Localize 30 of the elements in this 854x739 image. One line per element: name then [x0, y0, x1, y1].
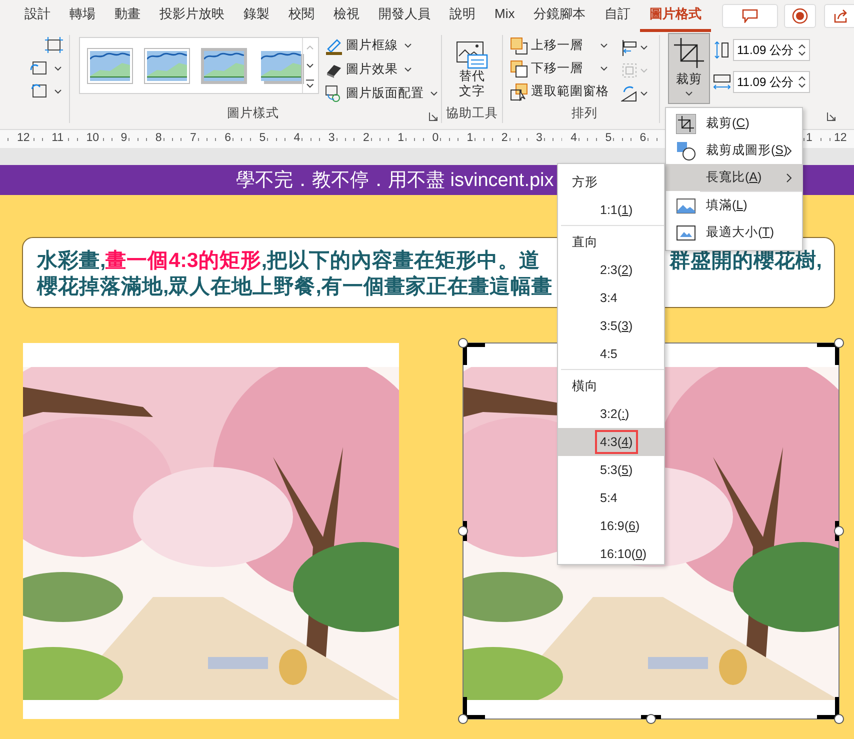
- ruler-number: 1: [396, 132, 405, 144]
- ruler-number: 4: [292, 132, 302, 144]
- menu-header: 方形: [571, 174, 599, 191]
- ruler-number: 5: [604, 132, 613, 144]
- callout-text: 櫻花掉落滿地,眾人在地上野餐,有一個畫家正在畫這幅畫: [37, 274, 552, 300]
- ruler-number: 4: [570, 132, 578, 144]
- ruler-number: 5: [258, 132, 267, 144]
- ruler-number: 2: [500, 132, 509, 144]
- ruler-number: 11: [50, 132, 65, 144]
- ruler-number: 7: [189, 132, 198, 144]
- ruler-number: 6: [638, 132, 648, 144]
- ruler-number: 12: [16, 132, 31, 144]
- banner-text: 學不完．教不停．用不盡 isvincent.pix: [236, 169, 554, 193]
- menu-header: 直向: [571, 234, 599, 251]
- callout-text: 水彩畫,畫一個4:3的矩形,把以下的內容畫在矩形中。道: [37, 248, 540, 274]
- group-label: 圖片樣式: [226, 105, 280, 122]
- ruler-number: 8: [154, 132, 163, 144]
- ruler-number: 9: [120, 132, 128, 144]
- ruler-number: 3: [535, 132, 544, 144]
- ruler-number: 2: [362, 132, 370, 144]
- ruler-number: 10: [85, 132, 100, 144]
- group-label: 協助工具: [446, 105, 498, 122]
- ruler-number: 1: [805, 132, 814, 144]
- ruler-number: 12: [833, 132, 848, 144]
- ruler-number: 0: [431, 132, 440, 144]
- ruler-number: 3: [327, 132, 336, 144]
- ruler-number: 6: [224, 132, 232, 144]
- menu-header: 橫向: [571, 378, 599, 395]
- group-label: 排列: [570, 105, 598, 122]
- ruler-number: 1: [466, 132, 474, 144]
